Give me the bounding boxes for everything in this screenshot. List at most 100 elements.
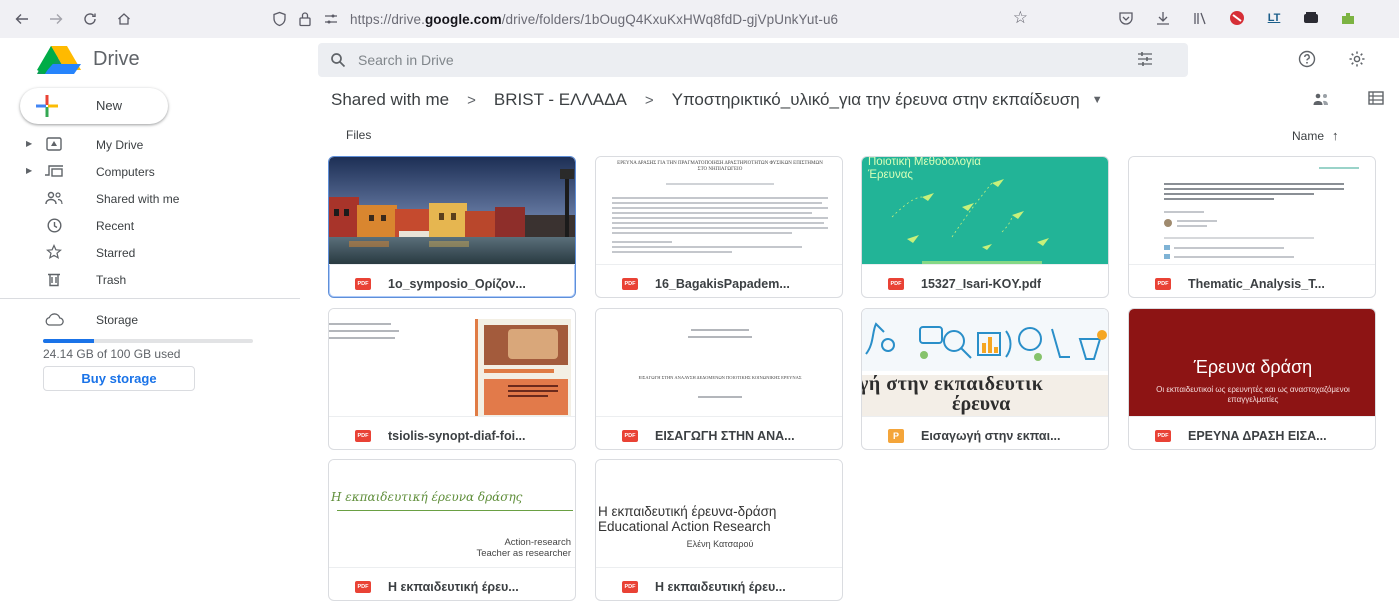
- storage-progress-fill: [43, 339, 94, 343]
- thumbnail-text-line: [1174, 256, 1294, 258]
- search-input[interactable]: [358, 52, 1058, 68]
- shield-icon[interactable]: [268, 8, 290, 30]
- breadcrumb: Shared with me > BRIST - ΕΛΛΑΔΑ > Υποστη…: [331, 88, 1103, 112]
- thumbnail-text-line: [612, 202, 822, 204]
- search-icon[interactable]: [318, 52, 358, 68]
- downloads-icon[interactable]: [1152, 7, 1174, 29]
- file-card[interactable]: Η εκπαιδευτική έρευνα-δράση Educational …: [595, 459, 843, 601]
- permissions-icon[interactable]: [320, 8, 342, 30]
- file-card[interactable]: Ποιοτική Μεθοδολογία Έρευνας PDF 15327_I…: [861, 156, 1109, 298]
- expand-caret-icon[interactable]: ▶: [26, 166, 32, 175]
- reload-icon[interactable]: [76, 5, 104, 33]
- file-card[interactable]: γή στην εκπαιδευτικ έρευνα P Εισαγωγή στ…: [861, 308, 1109, 450]
- cloud-icon: [44, 310, 64, 328]
- settings-gear-icon[interactable]: [1346, 48, 1368, 70]
- file-thumbnail: [329, 157, 575, 265]
- thumbnail-text-line: [1164, 188, 1344, 190]
- url-bar[interactable]: https://drive.google.com/drive/folders/1…: [268, 5, 1038, 33]
- thumbnail-text-line: [612, 217, 828, 219]
- app-title[interactable]: Drive: [93, 48, 140, 71]
- paper-planes-graphic: [891, 179, 1049, 264]
- thumbnail-author: Ελένη Κατσαρού: [686, 539, 754, 549]
- sidebar-item-computers[interactable]: ▶ Computers: [0, 158, 300, 185]
- forward-icon[interactable]: [42, 5, 70, 33]
- pdf-icon: PDF: [1155, 430, 1171, 442]
- sort-by-name-button[interactable]: Name ↑: [1292, 128, 1339, 143]
- file-card[interactable]: PDF 1o_symposio_Ορίζον...: [328, 156, 576, 298]
- drive-header: Drive: [0, 38, 1399, 82]
- new-button[interactable]: New: [20, 88, 168, 124]
- harbor-photo-thumbnail: [329, 157, 575, 264]
- sidebar-item-storage[interactable]: Storage: [0, 306, 300, 333]
- thumbnail-text-line: [691, 329, 749, 331]
- back-icon[interactable]: [8, 5, 36, 33]
- file-card[interactable]: PDF Thematic_Analysis_T...: [1128, 156, 1376, 298]
- pocket-icon[interactable]: [1115, 7, 1137, 29]
- thumbnail-text-line: [1177, 220, 1217, 222]
- file-card[interactable]: Η εκπαιδευτική έρευνα δράσης Action-rese…: [328, 459, 576, 601]
- sidebar-item-my-drive[interactable]: ▶ My Drive: [0, 131, 300, 158]
- puzzle-extension-icon[interactable]: [1337, 7, 1359, 29]
- file-thumbnail: Έρευνα δράση Οι εκπαιδευτικοί ως ερευνητ…: [1129, 309, 1375, 417]
- thumbnail-text-line: [329, 323, 391, 325]
- science-icons-graphic: [862, 309, 1108, 371]
- thumbnail-text-line: [688, 336, 752, 338]
- bookmark-star-icon[interactable]: ☆: [1013, 8, 1028, 28]
- thumbnail-text-line: [612, 246, 802, 248]
- url-text[interactable]: https://drive.google.com/drive/folders/1…: [350, 12, 838, 27]
- breadcrumb-parent-folder[interactable]: BRIST - ΕΛΛΑΔΑ: [494, 90, 627, 110]
- plus-icon: [36, 95, 58, 117]
- thumbnail-text-line: [1177, 225, 1207, 227]
- lock-icon[interactable]: [294, 8, 316, 30]
- file-name: Η εκπαιδευτική έρευ...: [655, 580, 786, 594]
- shared-people-icon[interactable]: [1312, 92, 1330, 111]
- pdf-icon: PDF: [355, 581, 371, 593]
- extension-icon[interactable]: [1300, 7, 1322, 29]
- file-thumbnail: ΕΡΕΥΝΑ ΔΡΑΣΗΣ ΓΙΑ ΤΗΝ ΠΡΑΓΜΑΤΟΠΟΙΗΣΗ ΔΡΑ…: [596, 157, 842, 265]
- thumbnail-subtitle: Οι εκπαιδευτικοί ως ερευνητές και ως ανα…: [1156, 385, 1350, 404]
- file-thumbnail: γή στην εκπαιδευτικ έρευνα: [862, 309, 1108, 417]
- languagetool-extension-icon[interactable]: LT: [1263, 7, 1285, 29]
- thumbnail-title: ΕΡΕΥΝΑ ΔΡΑΣΗΣ ΓΙΑ ΤΗΝ ΠΡΑΓΜΑΤΟΠΟΙΗΣΗ ΔΡΑ…: [617, 161, 823, 172]
- drive-logo-icon[interactable]: [36, 45, 82, 75]
- computer-icon: [44, 162, 64, 180]
- search-options-icon[interactable]: [1136, 51, 1154, 72]
- search-bar[interactable]: [318, 43, 1188, 77]
- sidebar-item-label: Shared with me: [96, 192, 180, 206]
- new-button-label: New: [96, 98, 123, 113]
- home-icon[interactable]: [110, 5, 138, 33]
- sidebar-item-recent[interactable]: Recent: [0, 212, 300, 239]
- thumbnail-text-line: [1319, 167, 1359, 169]
- folder-menu-dropdown-icon[interactable]: ▼: [1092, 94, 1103, 106]
- sort-direction-arrow-icon[interactable]: ↑: [1332, 128, 1339, 143]
- help-icon[interactable]: [1296, 48, 1318, 70]
- list-view-icon[interactable]: [1368, 91, 1384, 110]
- breadcrumb-current-folder[interactable]: Υποστηρικτικό_υλικό_για την έρευνα στην …: [672, 90, 1080, 110]
- pdf-icon: PDF: [1155, 278, 1171, 290]
- file-card[interactable]: ΕΙΣΑΓΩΓΗ ΣΤΗΝ ΑΝΑΛΥΣΗ ΔΕΔΟΜΕΝΩΝ ΠΟΙΟΤΙΚΗ…: [595, 308, 843, 450]
- thumbnail-text-line: [1174, 247, 1284, 249]
- sort-label: Name: [1292, 129, 1325, 143]
- buy-storage-button[interactable]: Buy storage: [43, 366, 195, 391]
- ublock-extension-icon[interactable]: [1226, 7, 1248, 29]
- file-card[interactable]: PDF tsiolis-synopt-diaf-foi...: [328, 308, 576, 450]
- sidebar-divider: [0, 298, 300, 299]
- thumbnail-text-line: [1164, 237, 1314, 239]
- sidebar-item-shared-with-me[interactable]: Shared with me: [0, 185, 300, 212]
- storage-progress-bar: [43, 339, 253, 343]
- thumbnail-title: Η εκπαιδευτική έρευνα-δράση: [598, 504, 777, 519]
- sidebar-item-starred[interactable]: Starred: [0, 239, 300, 266]
- expand-caret-icon[interactable]: ▶: [26, 139, 32, 148]
- library-icon[interactable]: [1189, 7, 1211, 29]
- thumbnail-text-line: [329, 337, 395, 339]
- file-card[interactable]: ΕΡΕΥΝΑ ΔΡΑΣΗΣ ΓΙΑ ΤΗΝ ΠΡΑΓΜΑΤΟΠΟΙΗΣΗ ΔΡΑ…: [595, 156, 843, 298]
- thumbnail-text-line: [1164, 198, 1274, 200]
- breadcrumb-shared-with-me[interactable]: Shared with me: [331, 90, 449, 110]
- thumbnail-text-line: [1164, 183, 1344, 185]
- file-card[interactable]: Έρευνα δράση Οι εκπαιδευτικοί ως ερευνητ…: [1128, 308, 1376, 450]
- sidebar-item-label: Storage: [96, 313, 139, 327]
- sidebar-item-trash[interactable]: Trash: [0, 266, 300, 293]
- thumbnail-text-line: [612, 232, 792, 234]
- thumbnail-text-line: [612, 251, 732, 253]
- thumbnail-link-icon: [1164, 254, 1170, 259]
